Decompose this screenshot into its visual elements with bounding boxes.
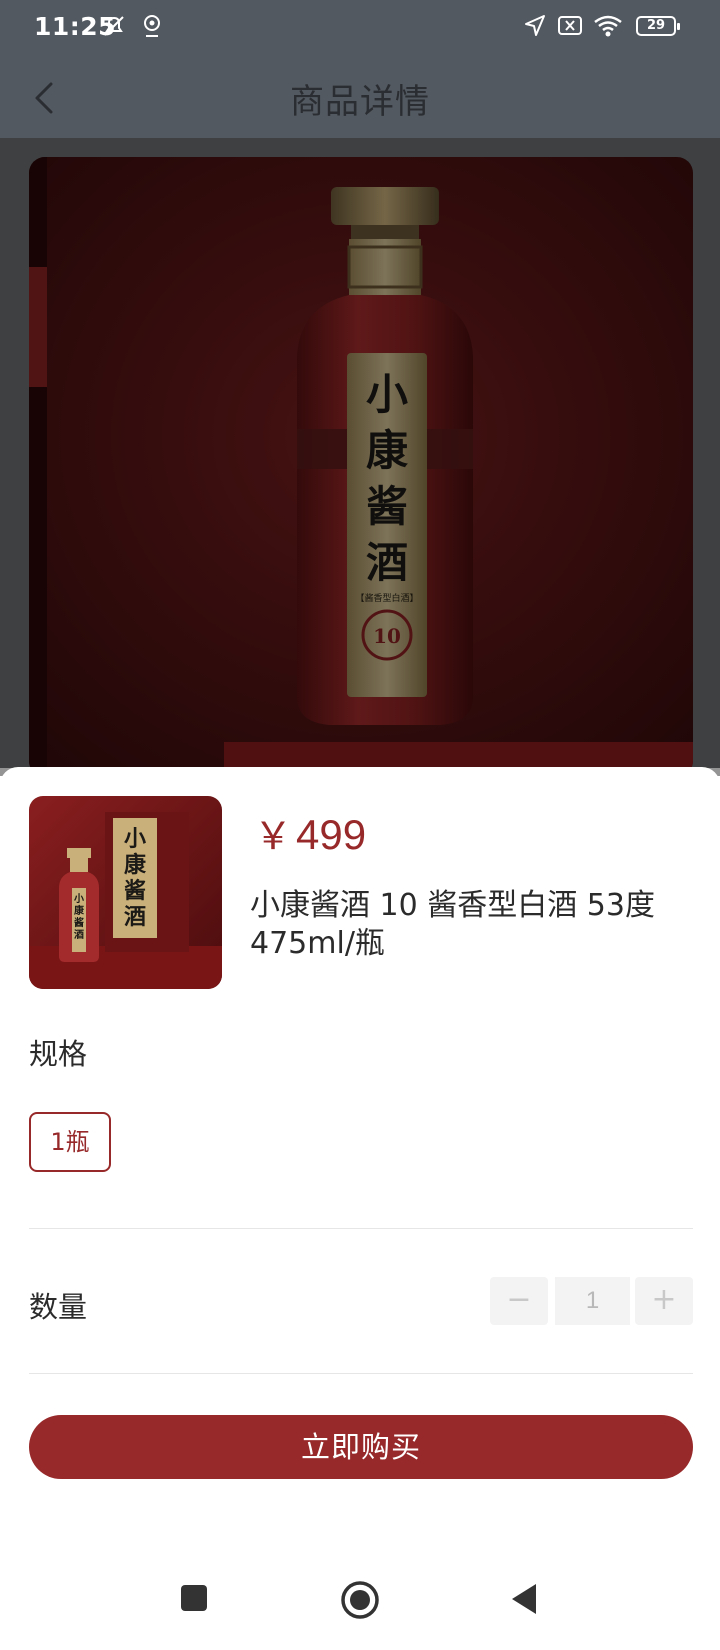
thumb-label-char-3: 酱 <box>124 878 146 904</box>
battery-level: 29 <box>646 18 666 33</box>
thumb-bottle-char-4: 酒 <box>74 928 84 941</box>
currency-symbol: ￥ <box>254 816 293 858</box>
bottle-label-char-2: 康 <box>366 426 408 475</box>
product-name: 小康酱酒 10 酱香型白酒 53度 475ml/瓶 <box>250 888 655 961</box>
price-value: 499 <box>296 811 367 858</box>
system-nav-bar <box>0 1560 720 1650</box>
quantity-input[interactable] <box>555 1277 630 1325</box>
thumb-bottle-char-2: 康 <box>74 904 85 917</box>
bottle-label-char-1: 小 <box>366 370 408 419</box>
thumb-label-char-4: 酒 <box>124 904 146 930</box>
purchase-sheet: 小 康 酱 酒 小 康 酱 酒 ￥499 小康酱酒 10 酱香型白酒 53度 4… <box>0 767 720 1650</box>
navigation-arrow-icon <box>522 12 548 44</box>
home-icon[interactable] <box>340 1580 380 1624</box>
thumb-bottle-char-1: 小 <box>73 892 84 905</box>
app-header: 商品详情 <box>0 56 720 138</box>
spec-option-1[interactable]: 1瓶 <box>29 1112 111 1172</box>
thumb-label-char-2: 康 <box>124 852 147 878</box>
location-pin-icon <box>140 12 164 44</box>
product-thumbnail: 小 康 酱 酒 小 康 酱 酒 <box>29 796 222 989</box>
bottle-label-char-3: 酱 <box>366 482 408 531</box>
no-sim-icon <box>556 12 584 44</box>
divider <box>29 1373 693 1374</box>
buy-now-button[interactable]: 立即购买 <box>29 1415 693 1479</box>
wifi-icon <box>592 12 624 44</box>
thumb-label-char-1: 小 <box>124 826 146 852</box>
bottle-number: 10 <box>373 624 401 648</box>
status-bar: 11:25 29 <box>0 0 720 56</box>
divider <box>29 1228 693 1229</box>
page-title: 商品详情 <box>290 82 430 122</box>
back-triangle-icon[interactable] <box>508 1582 540 1620</box>
product-price: ￥499 <box>254 805 366 860</box>
mute-icon <box>100 12 128 44</box>
thumb-bottle-char-3: 酱 <box>74 916 84 929</box>
battery-icon: 29 <box>636 16 680 36</box>
bottle-subtitle: 【酱香型白酒】 <box>355 592 418 604</box>
quantity-label: 数量 <box>29 1290 88 1324</box>
product-hero-image[interactable]: 小 康 酱 酒 【酱香型白酒】 10 <box>29 157 693 777</box>
quantity-decrement-button[interactable]: − <box>490 1277 548 1325</box>
bottle-label-char-4: 酒 <box>366 538 408 587</box>
recent-apps-icon[interactable] <box>178 1582 210 1618</box>
quantity-increment-button[interactable]: + <box>635 1277 693 1325</box>
spec-label: 规格 <box>29 1037 88 1071</box>
